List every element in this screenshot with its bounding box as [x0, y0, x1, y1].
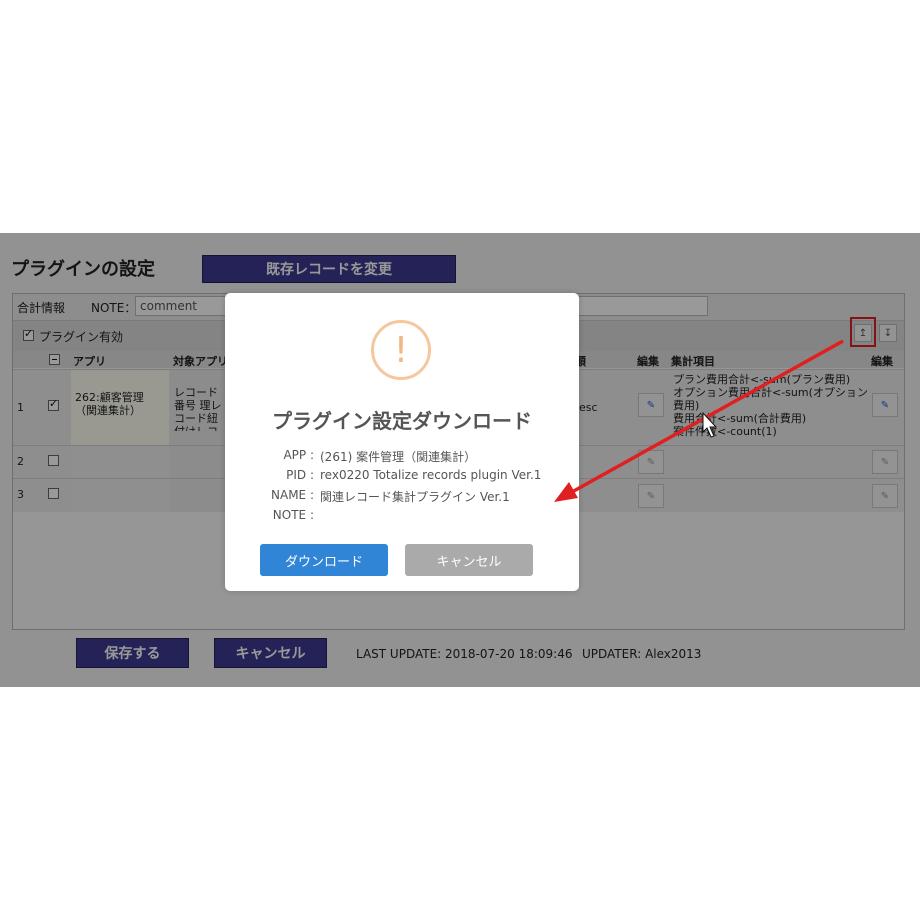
download-dialog: ! プラグイン設定ダウンロード APP : (261) 案件管理（関連集計） P… — [225, 293, 579, 591]
field-key: NOTE : — [272, 508, 314, 522]
dialog-cancel-button[interactable]: キャンセル — [405, 544, 533, 576]
download-button[interactable]: ダウンロード — [260, 544, 388, 576]
field-key: NAME : — [271, 488, 314, 502]
field-value: (261) 案件管理（関連集計） — [320, 450, 477, 464]
dialog-title: プラグイン設定ダウンロード — [272, 409, 532, 433]
warning-icon: ! — [371, 320, 431, 380]
field-key: APP : — [283, 448, 314, 462]
field-value: rex0220 Totalize records plugin Ver.1 — [320, 468, 542, 482]
field-key: PID : — [286, 468, 314, 482]
field-value: 関連レコード集計プラグイン Ver.1 — [320, 490, 510, 504]
